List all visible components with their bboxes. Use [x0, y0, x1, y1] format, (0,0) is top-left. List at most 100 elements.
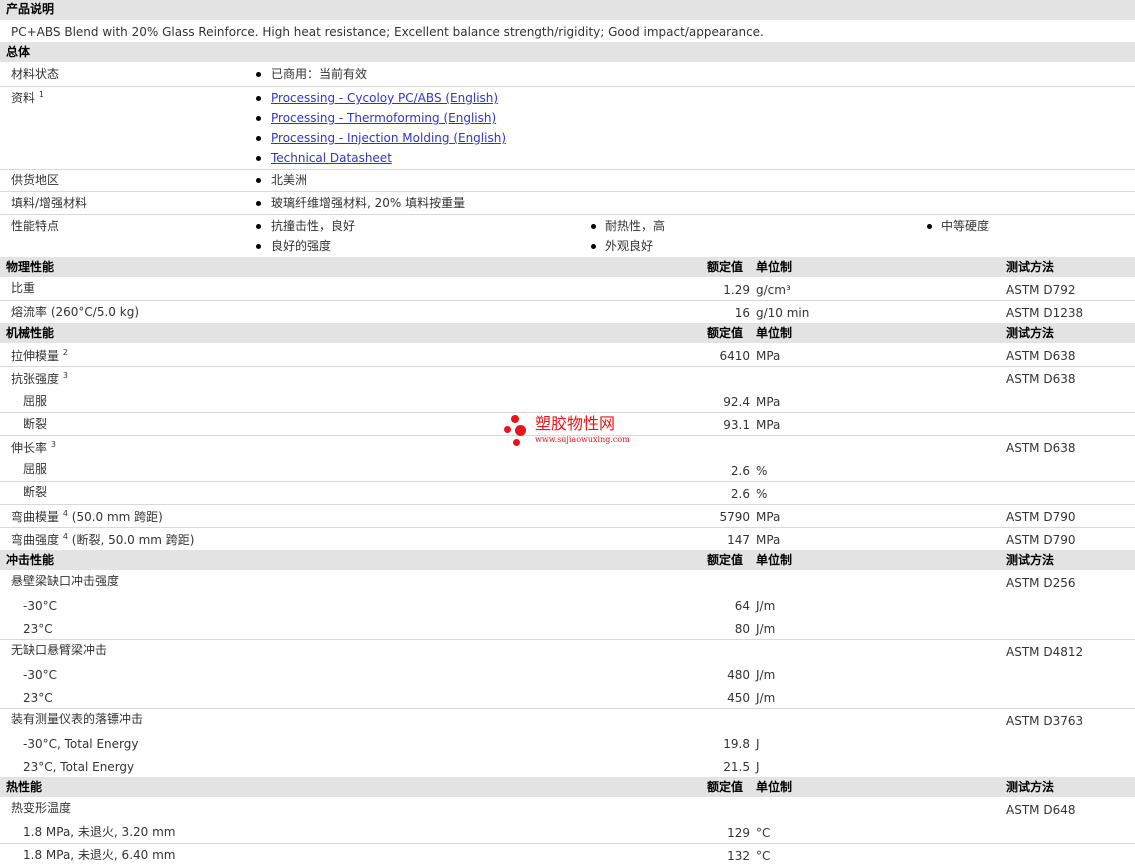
section-header-impact — [0, 550, 1135, 570]
bullet — [256, 72, 261, 77]
test-method: ASTM D790 — [1006, 533, 1076, 547]
column-header-unit: 单位制 — [756, 260, 793, 274]
watermark-url: www.sujiaowuxing.com — [535, 435, 630, 444]
section-title-thermal: 热性能 — [6, 780, 43, 794]
test-method: ASTM D4812 — [1006, 645, 1084, 659]
region-value: 北美洲 — [271, 173, 308, 187]
row-divider — [0, 639, 1135, 640]
test-method: ASTM D638 — [1006, 372, 1076, 386]
property-label: 悬壁梁缺口冲击强度 — [11, 574, 120, 588]
column-header-value: 额定值 — [707, 553, 744, 567]
property-unit: MPa — [756, 418, 781, 432]
row-divider — [0, 214, 1135, 215]
test-method: ASTM D256 — [1006, 576, 1076, 590]
doc-link-processing-injection-molding[interactable]: Processing - Injection Molding (English) — [271, 131, 506, 145]
row-divider — [0, 843, 1135, 844]
feature-item: 外观良好 — [605, 239, 654, 253]
section-title-general: 总体 — [6, 45, 31, 59]
property-value: 19.8 — [723, 737, 750, 751]
material-status-label: 材料状态 — [11, 67, 60, 81]
section-header-general — [0, 42, 1135, 62]
feature-item: 抗撞击性，良好 — [271, 219, 356, 233]
row-divider — [0, 366, 1135, 367]
section-header-physical — [0, 257, 1135, 277]
doc-link-processing-thermoforming[interactable]: Processing - Thermoforming (English) — [271, 111, 496, 125]
bullet — [591, 244, 596, 249]
property-unit: °C — [756, 826, 771, 840]
property-value: 1.29 — [723, 283, 750, 297]
bullet — [591, 224, 596, 229]
column-header-method: 测试方法 — [1006, 780, 1055, 794]
test-method: ASTM D792 — [1006, 283, 1076, 297]
doc-link-technical-datasheet[interactable]: Technical Datasheet — [271, 151, 392, 165]
property-sublabel: 断裂 — [23, 417, 48, 431]
test-method: ASTM D790 — [1006, 510, 1076, 524]
property-label: 比重 — [11, 281, 36, 295]
property-value: 129 — [727, 826, 750, 840]
test-method: ASTM D638 — [1006, 441, 1076, 455]
bullet — [256, 116, 261, 121]
section-title-mechanical: 机械性能 — [6, 326, 55, 340]
section-header-description — [0, 0, 1135, 20]
features-label: 性能特点 — [11, 219, 60, 233]
property-label: 弯曲模量 4 (50.0 mm 跨距) — [11, 509, 163, 524]
property-value: 480 — [727, 668, 750, 682]
property-unit: J/m — [756, 599, 776, 613]
property-label: 熔流率 (260°C/5.0 kg) — [11, 305, 139, 319]
row-divider — [0, 300, 1135, 301]
column-header-method: 测试方法 — [1006, 326, 1055, 340]
bullet — [256, 96, 261, 101]
property-unit: MPa — [756, 395, 781, 409]
row-divider — [0, 169, 1135, 170]
property-value: 92.4 — [723, 395, 750, 409]
section-title-impact: 冲击性能 — [6, 553, 55, 567]
region-label: 供货地区 — [11, 173, 60, 187]
feature-item: 良好的强度 — [271, 239, 332, 253]
property-unit: g/10 min — [756, 306, 810, 320]
bullet — [256, 224, 261, 229]
property-label: 无缺口悬臂梁冲击 — [11, 643, 108, 657]
property-sublabel: 屈服 — [23, 394, 48, 408]
property-label: 热变形温度 — [11, 801, 72, 815]
property-unit: g/cm³ — [756, 283, 791, 297]
row-divider — [0, 86, 1135, 87]
property-sublabel: 断裂 — [23, 485, 48, 499]
property-value: 2.6 — [730, 487, 750, 501]
property-sublabel: 1.8 MPa, 未退火, 3.20 mm — [23, 825, 176, 839]
property-unit: J/m — [756, 622, 776, 636]
section-header-mechanical — [0, 323, 1135, 343]
property-sublabel: -30°C — [23, 599, 57, 613]
column-header-method: 测试方法 — [1006, 260, 1055, 274]
column-header-value: 额定值 — [707, 780, 744, 794]
property-value: 132 — [727, 849, 750, 863]
column-header-value: 额定值 — [707, 260, 744, 274]
property-value: 80 — [734, 622, 750, 636]
doc-link-processing-cycoloy[interactable]: Processing - Cycoloy PC/ABS (English) — [271, 91, 498, 105]
property-sublabel: 1.8 MPa, 未退火, 6.40 mm — [23, 848, 176, 862]
filler-value: 玻璃纤维增强材料, 20% 填料按重量 — [271, 196, 466, 210]
property-value: 147 — [727, 533, 750, 547]
column-header-value: 额定值 — [707, 326, 744, 340]
property-value: 93.1 — [723, 418, 750, 432]
row-divider — [0, 504, 1135, 505]
row-divider — [0, 708, 1135, 709]
documents-label: 资料 1 — [11, 90, 44, 105]
property-unit: MPa — [756, 533, 781, 547]
bullet — [256, 244, 261, 249]
column-header-unit: 单位制 — [756, 780, 793, 794]
property-label: 拉伸模量 2 — [11, 348, 68, 363]
logo-dot — [504, 426, 511, 433]
property-value: 21.5 — [723, 760, 750, 774]
section-title-physical: 物理性能 — [6, 260, 55, 274]
bullet — [927, 224, 932, 229]
bullet — [256, 178, 261, 183]
row-divider — [0, 527, 1135, 528]
test-method: ASTM D648 — [1006, 803, 1076, 817]
bullet — [256, 201, 261, 206]
test-method: ASTM D3763 — [1006, 714, 1084, 728]
bullet — [256, 136, 261, 141]
property-sublabel: 23°C, Total Energy — [23, 760, 135, 774]
logo-dot — [511, 415, 519, 423]
property-label: 伸长率 3 — [11, 440, 56, 455]
property-unit: °C — [756, 849, 771, 863]
